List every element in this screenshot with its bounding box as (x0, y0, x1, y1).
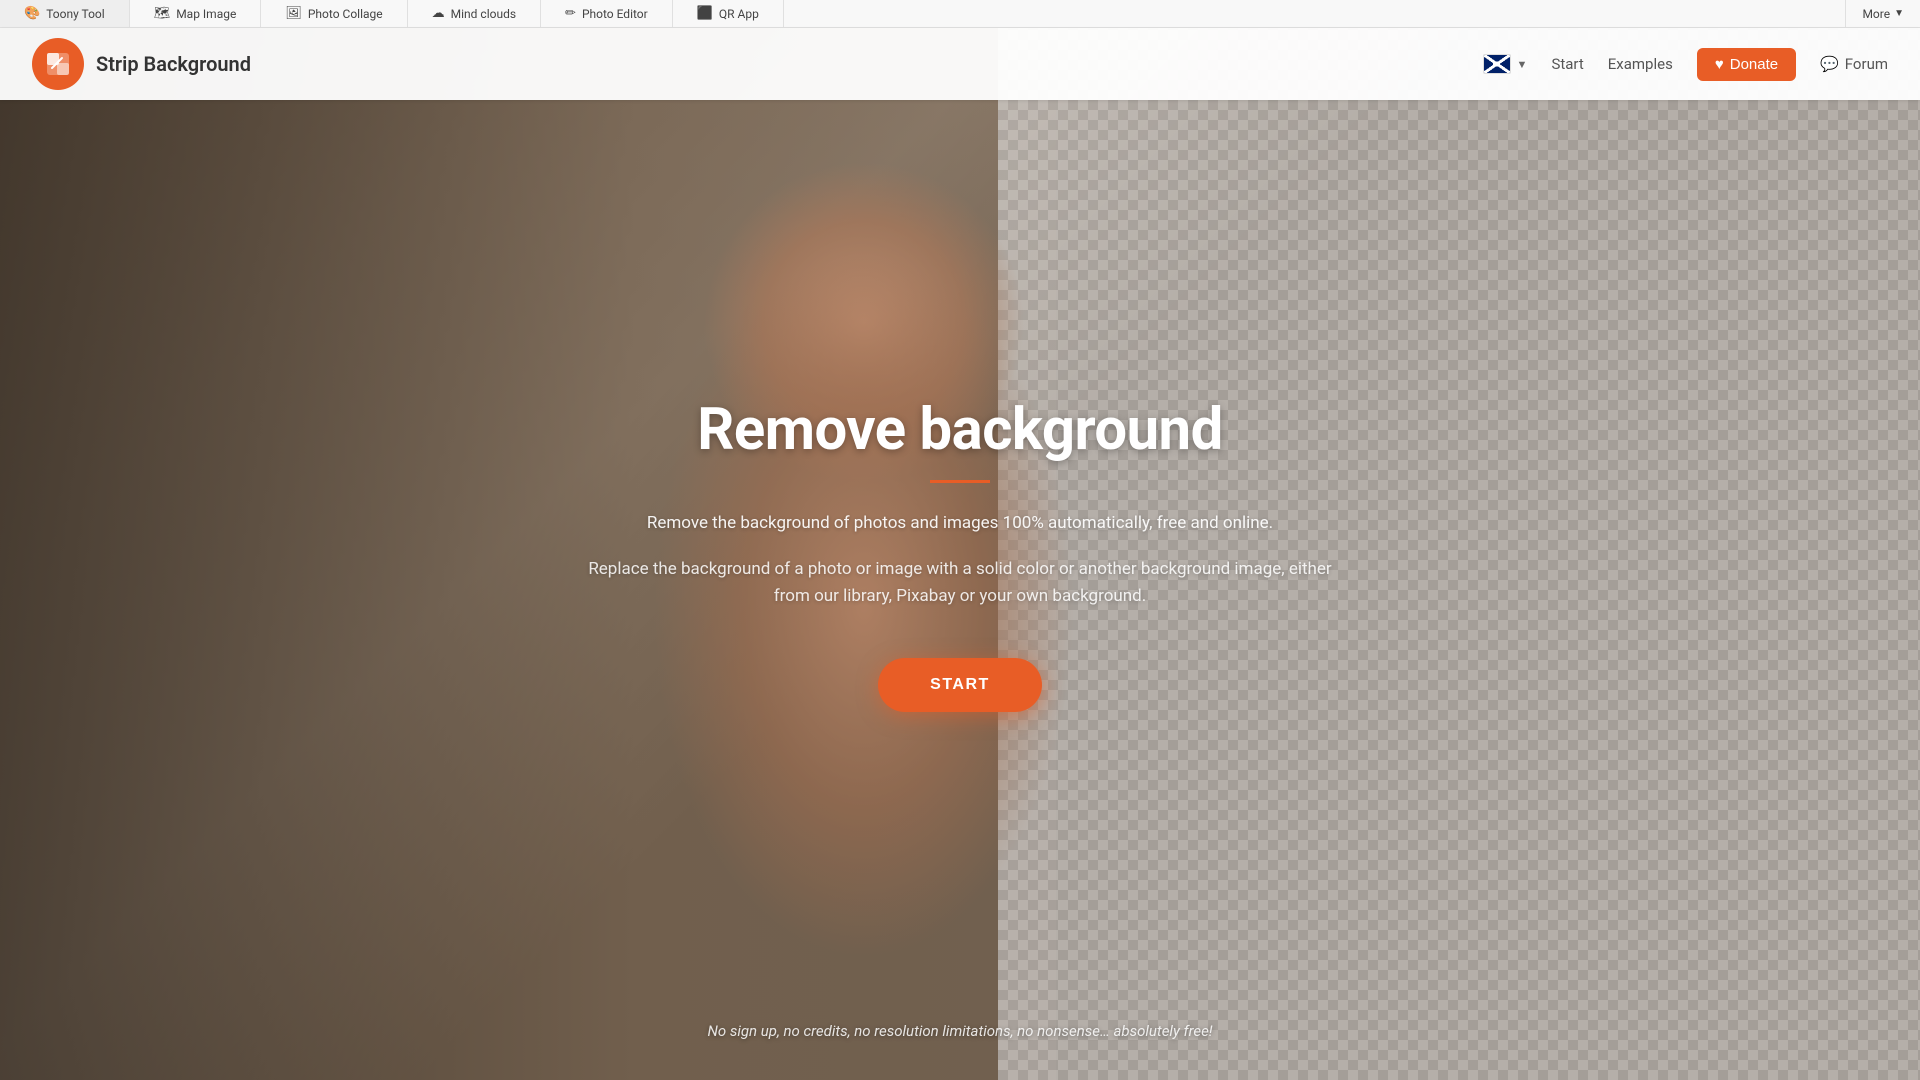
chat-icon: 💬 (1820, 55, 1839, 73)
photo-collage-icon: 🖼 (285, 6, 302, 21)
hero-description: Replace the background of a photo or ima… (580, 556, 1340, 610)
topbar-item-map-image[interactable]: 🗺 Map Image (130, 0, 262, 27)
topbar-more-button[interactable]: More ▼ (1845, 0, 1920, 27)
brand-name-text: Strip Background (96, 52, 251, 76)
start-nav-link[interactable]: Start (1551, 51, 1583, 77)
donate-button[interactable]: ♥ Donate (1697, 48, 1796, 81)
topbar-item-photo-editor[interactable]: ✏ Photo Editor (541, 0, 673, 27)
topbar-item-mind-clouds[interactable]: ☁ Mind clouds (408, 0, 541, 27)
topbar-item-photo-collage[interactable]: 🖼 Photo Collage (261, 0, 407, 27)
qr-app-icon: ⬛ (697, 6, 713, 21)
map-image-icon: 🗺 (154, 6, 171, 21)
topbar-item-toony-tool[interactable]: 🎨 Toony Tool (0, 0, 130, 27)
photo-editor-icon: ✏ (565, 6, 576, 21)
donate-label: Donate (1730, 56, 1778, 73)
brand-logo-link[interactable]: Strip Background (32, 38, 251, 90)
qr-app-label: QR App (719, 7, 759, 21)
topbar-more-label: More (1862, 7, 1890, 21)
forum-label: Forum (1845, 55, 1888, 73)
start-button[interactable]: START (878, 658, 1042, 712)
language-selector[interactable]: ▼ (1483, 54, 1528, 74)
mind-clouds-icon: ☁ (432, 6, 445, 21)
top-app-bar: 🎨 Toony Tool 🗺 Map Image 🖼 Photo Collage… (0, 0, 1920, 28)
brand-logo (32, 38, 84, 90)
hero-content: Remove background Remove the background … (560, 396, 1360, 713)
chevron-down-icon: ▼ (1894, 8, 1904, 19)
topbar-item-qr-app[interactable]: ⬛ QR App (673, 0, 784, 27)
photo-editor-label: Photo Editor (582, 7, 648, 21)
hero-footnote: No sign up, no credits, no resolution li… (707, 1022, 1212, 1040)
toony-tool-icon: 🎨 (24, 6, 40, 21)
hero-title: Remove background (580, 396, 1340, 464)
hero-subtitle: Remove the background of photos and imag… (580, 511, 1340, 537)
hero-section: Remove background Remove the background … (0, 0, 1920, 1080)
brand-logo-icon (44, 50, 72, 78)
main-navbar: Strip Background ▼ Start Examples ♥ Dona… (0, 28, 1920, 100)
photo-collage-label: Photo Collage (308, 7, 383, 21)
chevron-down-icon: ▼ (1517, 58, 1528, 71)
navbar-right: ▼ Start Examples ♥ Donate 💬 Forum (1483, 48, 1888, 81)
forum-nav-link[interactable]: 💬 Forum (1820, 55, 1888, 73)
mind-clouds-label: Mind clouds (451, 7, 516, 21)
heart-icon: ♥ (1715, 56, 1724, 73)
map-image-label: Map Image (176, 7, 236, 21)
examples-nav-link[interactable]: Examples (1608, 51, 1673, 77)
flag-uk-icon (1483, 54, 1511, 74)
toony-tool-label: Toony Tool (46, 7, 105, 21)
hero-divider (930, 480, 990, 483)
